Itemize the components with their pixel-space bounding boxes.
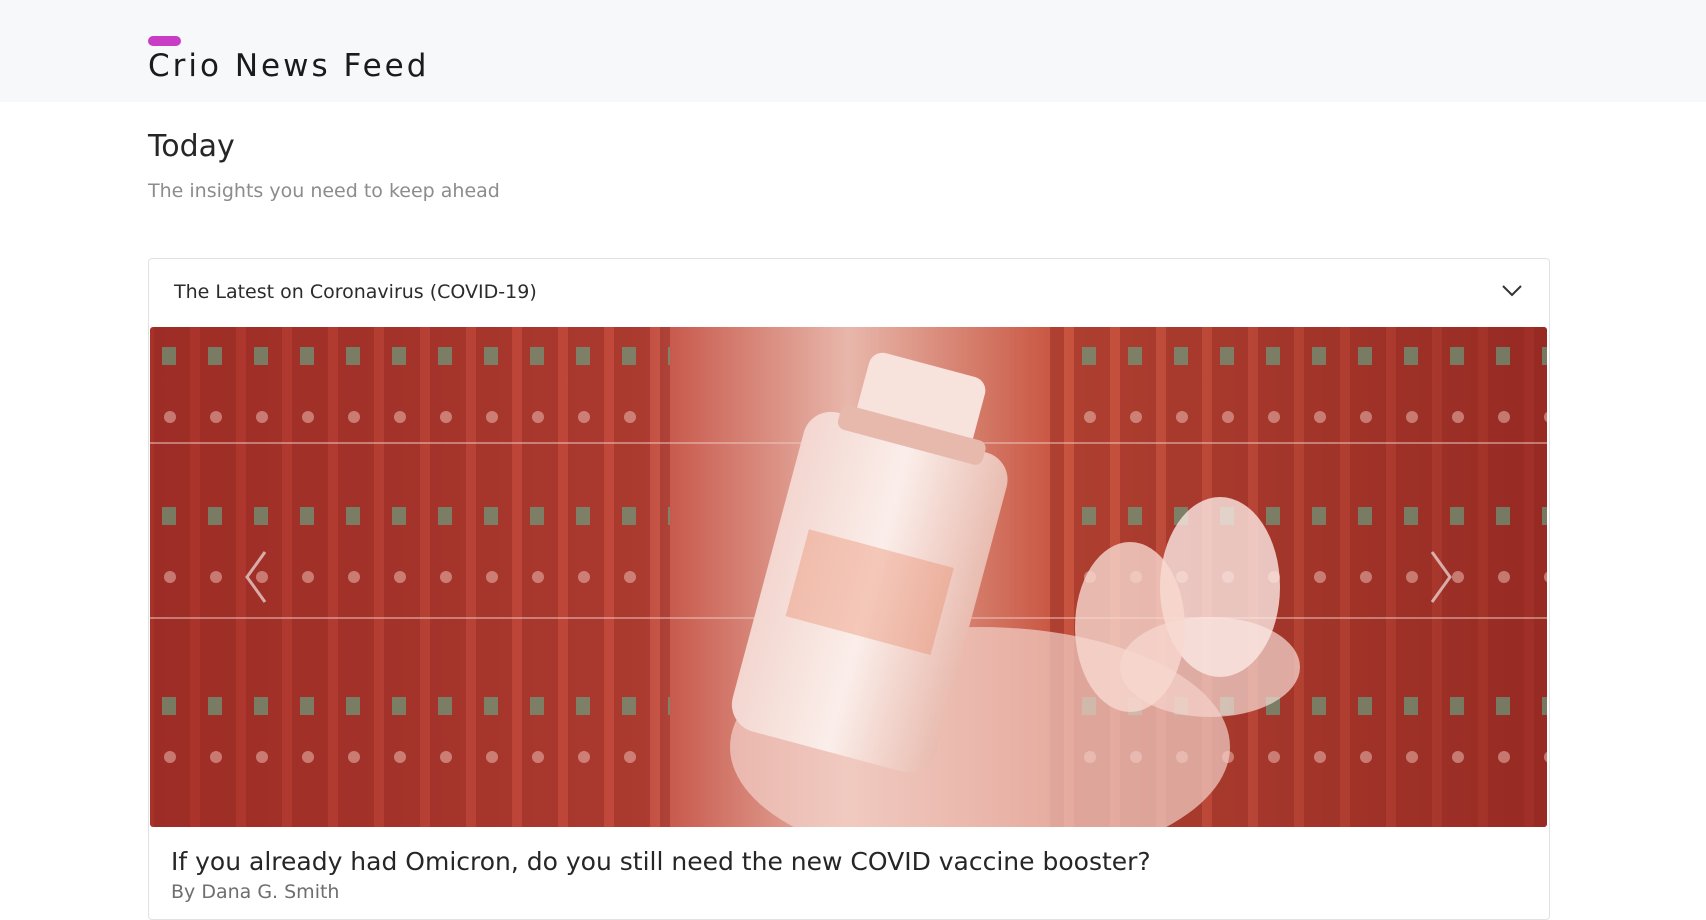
accordion-header-covid[interactable]: The Latest on Coronavirus (COVID-19)	[149, 259, 1549, 326]
article-title-link[interactable]: If you already had Omicron, do you still…	[171, 847, 1151, 876]
brand-accent-bar	[148, 36, 181, 46]
news-accordion: The Latest on Coronavirus (COVID-19) If …	[148, 258, 1550, 920]
page-title: Today	[148, 129, 235, 164]
chevron-right-icon	[1430, 551, 1452, 603]
top-navbar: Crio News Feed	[0, 0, 1706, 102]
carousel-next-button[interactable]	[1422, 542, 1462, 612]
carousel-prev-button[interactable]	[235, 542, 275, 612]
news-carousel[interactable]	[150, 327, 1547, 827]
chevron-down-icon[interactable]	[1501, 279, 1523, 301]
accordion-title: The Latest on Coronavirus (COVID-19)	[174, 281, 537, 303]
article-author: By Dana G. Smith	[171, 881, 340, 903]
carousel-image[interactable]	[150, 327, 1547, 827]
page-subtitle: The insights you need to keep ahead	[148, 180, 500, 202]
brand-title[interactable]: Crio News Feed	[148, 48, 429, 84]
chevron-left-icon	[245, 551, 267, 603]
